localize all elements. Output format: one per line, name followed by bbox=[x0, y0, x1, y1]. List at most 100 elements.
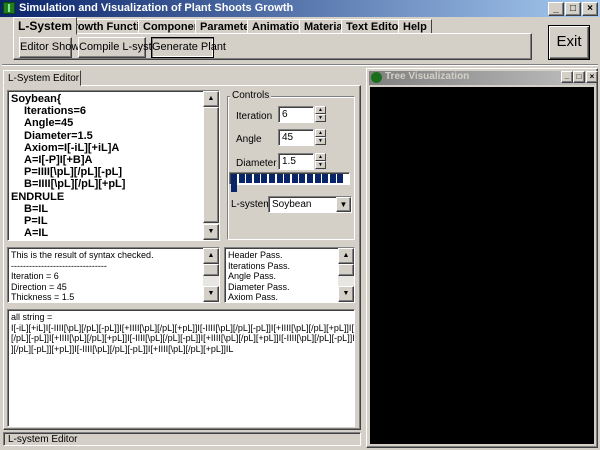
text-line: Diameter Pass. bbox=[228, 281, 290, 292]
lsystems-select[interactable]: Soybean ▼ bbox=[268, 196, 352, 213]
progress-segment bbox=[246, 174, 253, 183]
viz-maximize-button[interactable]: □ bbox=[573, 71, 585, 83]
spin-down-icon[interactable]: ▼ bbox=[315, 137, 326, 145]
scroll-down-icon[interactable]: ▼ bbox=[203, 286, 219, 302]
syntax-scrollbar[interactable]: ▲ ▼ bbox=[203, 248, 219, 302]
progress-segment bbox=[314, 174, 321, 183]
scroll-up-icon[interactable]: ▲ bbox=[203, 91, 219, 107]
progress-segment bbox=[299, 174, 306, 183]
syntax-lines: This is the result of syntax checked. ---… bbox=[11, 250, 201, 302]
iteration-spinner[interactable]: ▲ ▼ bbox=[315, 106, 326, 123]
progress-segment bbox=[238, 174, 245, 183]
spin-down-icon[interactable]: ▼ bbox=[315, 114, 326, 122]
status-text: L-system Editor bbox=[8, 434, 78, 445]
text-line: This is the result of syntax checked. bbox=[11, 250, 154, 260]
maximize-button[interactable]: □ bbox=[565, 2, 581, 16]
check-lines: Header Pass. Iterations Pass. Angle Pass. D… bbox=[228, 250, 336, 302]
text-line: A=I[-P]I[+B]A bbox=[24, 153, 93, 166]
spin-up-icon[interactable]: ▲ bbox=[315, 129, 326, 137]
text-line: Axiom=I[-iL][+iL]A bbox=[24, 141, 120, 154]
code-lines: Soybean{Iterations=6 Angle=45 Diameter=1.5… bbox=[11, 93, 201, 239]
scroll-thumb[interactable] bbox=[203, 107, 219, 223]
minimize-button[interactable]: _ bbox=[548, 2, 564, 16]
text-line: Diameter=1.5 bbox=[24, 129, 93, 142]
lsystem-code-editor[interactable]: Soybean{Iterations=6 Angle=45 Diameter=1.5… bbox=[7, 90, 220, 241]
scroll-up-icon[interactable]: ▲ bbox=[203, 248, 219, 264]
window-title: Simulation and Visualization of Plant Sh… bbox=[19, 2, 294, 14]
text-line: Soybean{ bbox=[11, 93, 62, 105]
lsystems-selected: Soybean bbox=[272, 199, 312, 210]
progress-segment bbox=[268, 174, 275, 183]
angle-spinner[interactable]: ▲ ▼ bbox=[315, 129, 326, 146]
viz-title-bar: Tree Visualization _ □ × bbox=[369, 71, 598, 85]
generate-plant-button[interactable]: Generate Plant bbox=[151, 37, 226, 58]
text-line: Iterations=6 bbox=[24, 105, 87, 118]
output-lines: all string = I[-iL][+iL]I[-IIII[\pL][/pL]… bbox=[11, 312, 355, 354]
text-line: Thickness = 1.5 bbox=[11, 292, 75, 302]
progress-segment bbox=[322, 174, 329, 183]
viz-close-button[interactable]: × bbox=[586, 71, 598, 83]
text-line: ENDRULE bbox=[11, 190, 65, 203]
text-line: Axiom Pass. bbox=[228, 292, 279, 302]
progress-segment bbox=[284, 174, 291, 183]
exit-button[interactable]: Exit bbox=[548, 25, 590, 60]
tab-help[interactable]: Help bbox=[398, 19, 432, 34]
text-line: Iteration = 6 bbox=[11, 271, 59, 281]
angle-label: Angle bbox=[236, 134, 262, 145]
close-button[interactable]: × bbox=[582, 2, 598, 16]
text-line: B=IL bbox=[24, 202, 49, 215]
text-line: B=IIII[\pL][/pL][+pL] bbox=[24, 178, 126, 191]
editor-show-button[interactable]: Editor Show bbox=[19, 37, 79, 58]
tree-render-canvas[interactable] bbox=[370, 87, 594, 444]
text-line: Angle=45 bbox=[24, 117, 74, 130]
text-line: P=IL bbox=[24, 214, 48, 227]
progress-segment bbox=[261, 174, 268, 183]
chevron-down-icon[interactable]: ▼ bbox=[336, 197, 351, 212]
tab-panel: Editor Show Compile L-system Generate Pl… bbox=[13, 33, 532, 60]
iteration-label: Iteration bbox=[236, 111, 273, 122]
text-line: -------------------------------- bbox=[11, 260, 107, 271]
syntax-result-box[interactable]: This is the result of syntax checked. ---… bbox=[7, 247, 220, 303]
progress-segment bbox=[253, 174, 260, 183]
code-scrollbar[interactable]: ▲ ▼ bbox=[203, 91, 219, 240]
title-bar: Simulation and Visualization of Plant Sh… bbox=[0, 0, 600, 17]
angle-field[interactable]: 45 bbox=[278, 129, 314, 146]
text-line: all string = bbox=[11, 312, 53, 322]
plant-app-icon bbox=[3, 2, 15, 14]
controls-legend: Controls bbox=[230, 90, 272, 101]
output-string-box[interactable]: all string = I[-iL][+iL]I[-IIII[\pL][/pL]… bbox=[7, 309, 355, 427]
tab-lsystem-editor[interactable]: L-System Editor bbox=[3, 70, 81, 86]
scroll-thumb[interactable] bbox=[338, 264, 354, 276]
viz-title: Tree Visualization bbox=[385, 71, 470, 82]
text-line: Angle Pass. bbox=[228, 271, 277, 281]
spin-up-icon[interactable]: ▲ bbox=[315, 153, 326, 161]
text-line: [/pL][-pL]]I[+IIII[\pL][/pL][+pL]]I[-III… bbox=[11, 333, 355, 343]
text-line: Direction = 45 bbox=[11, 281, 67, 292]
progress-segment bbox=[337, 174, 344, 183]
tab-l-system[interactable]: L-System bbox=[13, 17, 78, 35]
scroll-down-icon[interactable]: ▼ bbox=[338, 286, 354, 302]
tree-icon bbox=[371, 72, 382, 83]
check-result-box[interactable]: Header Pass. Iterations Pass. Angle Pass. D… bbox=[224, 247, 355, 303]
spin-down-icon[interactable]: ▼ bbox=[315, 161, 326, 169]
check-scrollbar[interactable]: ▲ ▼ bbox=[338, 248, 354, 302]
scroll-thumb[interactable] bbox=[203, 264, 219, 276]
diameter-label: Diameter bbox=[236, 158, 277, 169]
diameter-field[interactable]: 1.5 bbox=[278, 153, 314, 170]
compile-lsystem-button[interactable]: Compile L-system bbox=[78, 37, 167, 58]
progress-segment bbox=[276, 174, 283, 183]
text-line: A=IL bbox=[24, 227, 49, 240]
viz-minimize-button[interactable]: _ bbox=[561, 71, 573, 83]
diameter-spinner[interactable]: ▲ ▼ bbox=[315, 153, 326, 170]
divider bbox=[2, 64, 598, 66]
text-line: ][/pL][-pL]][+pL]]I[-IIII[\pL][/pL][-pL]… bbox=[11, 343, 234, 354]
spin-up-icon[interactable]: ▲ bbox=[315, 106, 326, 114]
text-line: I[-iL][+iL]I[-IIII[\pL][/pL][-pL]]I[+III… bbox=[11, 322, 355, 333]
iteration-field[interactable]: 6 bbox=[278, 106, 314, 123]
progress-segment bbox=[231, 174, 237, 183]
progress-segment bbox=[231, 183, 237, 192]
progress-segment bbox=[306, 174, 313, 183]
scroll-up-icon[interactable]: ▲ bbox=[338, 248, 354, 264]
progress-segment bbox=[329, 174, 336, 183]
scroll-down-icon[interactable]: ▼ bbox=[203, 224, 219, 240]
